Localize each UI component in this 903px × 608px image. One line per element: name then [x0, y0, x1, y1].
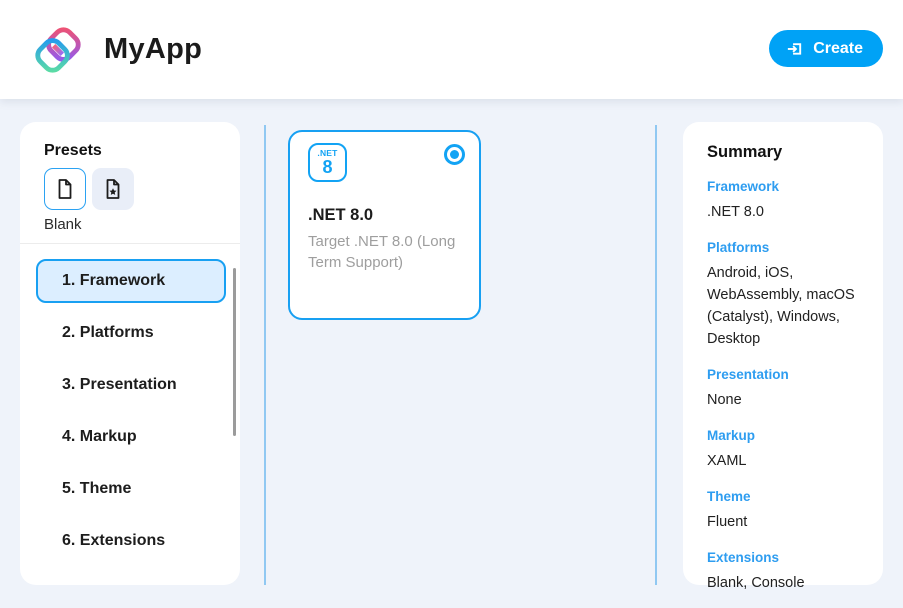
summary-label: Theme	[707, 489, 859, 504]
summary-label: Presentation	[707, 367, 859, 382]
preset-options	[44, 168, 134, 210]
badge-text-net: .NET	[317, 149, 337, 158]
summary-label: Platforms	[707, 240, 859, 255]
sidebar-divider	[20, 243, 240, 244]
framework-card-subtitle: Target .NET 8.0 (Long Term Support)	[308, 231, 468, 273]
summary-label: Markup	[707, 428, 859, 443]
preset-blank-button[interactable]	[44, 168, 86, 210]
summary-panel: Summary Framework .NET 8.0 Platforms And…	[683, 122, 883, 585]
blank-document-icon	[53, 177, 77, 201]
divider-right	[655, 125, 657, 585]
step-label: 4. Markup	[62, 428, 137, 446]
step-label: 2. Platforms	[62, 324, 154, 342]
summary-value: Fluent	[707, 511, 859, 533]
wizard-sidebar: Presets Blank 1. Framework 2. Platforms …	[20, 122, 240, 585]
step-label: 5. Theme	[62, 480, 131, 498]
create-button-label: Create	[813, 40, 863, 58]
step-extensions[interactable]: 6. Extensions	[36, 519, 226, 563]
create-button[interactable]: Create	[769, 30, 883, 67]
summary-section-extensions: Extensions Blank, Console	[707, 550, 859, 594]
step-label: 1. Framework	[62, 272, 165, 290]
enter-arrow-icon	[785, 39, 804, 58]
step-label: 3. Presentation	[62, 376, 177, 394]
dotnet-8-badge-icon: .NET 8	[308, 143, 347, 182]
radio-dot	[450, 150, 459, 159]
divider-left	[264, 125, 266, 585]
summary-heading: Summary	[707, 143, 859, 162]
step-label: 6. Extensions	[62, 532, 165, 550]
summary-value: .NET 8.0	[707, 201, 859, 223]
step-framework[interactable]: 1. Framework	[36, 259, 226, 303]
summary-value: XAML	[707, 450, 859, 472]
summary-value: Blank, Console	[707, 572, 859, 594]
summary-section-framework: Framework .NET 8.0	[707, 179, 859, 223]
summary-section-platforms: Platforms Android, iOS, WebAssembly, mac…	[707, 240, 859, 350]
summary-label: Extensions	[707, 550, 859, 565]
framework-option-card[interactable]: .NET 8 .NET 8.0 Target .NET 8.0 (Long Te…	[288, 130, 481, 320]
app-logo-icon	[32, 24, 84, 76]
step-markup[interactable]: 4. Markup	[36, 415, 226, 459]
preset-template-button[interactable]	[92, 168, 134, 210]
app-header: MyApp Create	[0, 0, 903, 99]
starred-document-icon	[101, 177, 125, 201]
summary-label: Framework	[707, 179, 859, 194]
summary-value: Android, iOS, WebAssembly, macOS (Cataly…	[707, 262, 859, 350]
preset-selected-label: Blank	[44, 216, 82, 233]
summary-section-presentation: Presentation None	[707, 367, 859, 411]
summary-section-markup: Markup XAML	[707, 428, 859, 472]
steps-scrollbar[interactable]	[233, 268, 236, 436]
framework-radio-selected[interactable]	[444, 144, 465, 165]
summary-value: None	[707, 389, 859, 411]
step-theme[interactable]: 5. Theme	[36, 467, 226, 511]
summary-section-theme: Theme Fluent	[707, 489, 859, 533]
badge-text-8: 8	[322, 158, 332, 176]
presets-heading: Presets	[44, 142, 102, 160]
step-platforms[interactable]: 2. Platforms	[36, 311, 226, 355]
page-title: MyApp	[104, 33, 202, 66]
step-presentation[interactable]: 3. Presentation	[36, 363, 226, 407]
framework-card-title: .NET 8.0	[308, 206, 373, 225]
